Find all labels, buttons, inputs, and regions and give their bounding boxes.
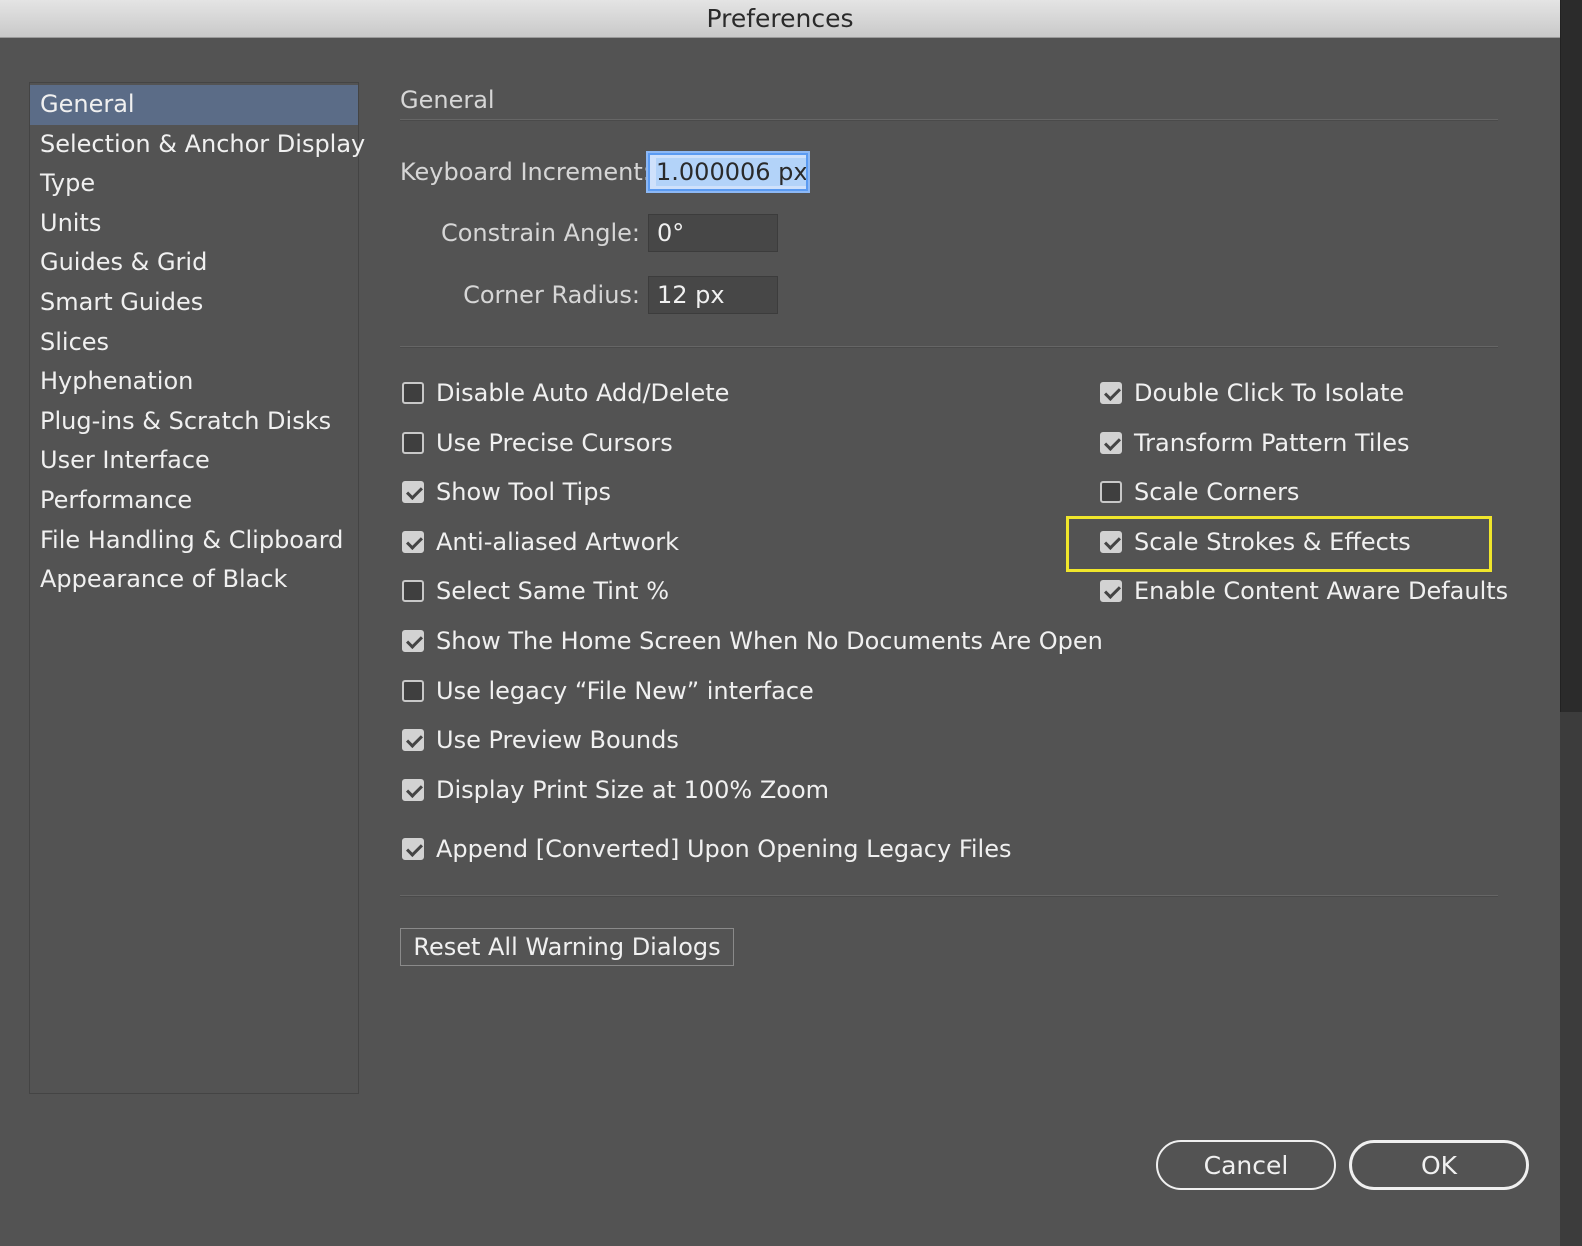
option-select-same-tint[interactable]: Select Same Tint % bbox=[402, 576, 669, 606]
option-label: Anti-aliased Artwork bbox=[436, 528, 680, 556]
constrain-angle-row: Constrain Angle: 0° bbox=[400, 214, 778, 252]
option-label: Display Print Size at 100% Zoom bbox=[436, 776, 829, 804]
option-anti-aliased-artwork[interactable]: Anti-aliased Artwork bbox=[402, 527, 679, 557]
option-append-converted[interactable]: Append [Converted] Upon Opening Legacy F… bbox=[402, 834, 1012, 864]
option-enable-content-aware-defaults[interactable]: Enable Content Aware Defaults bbox=[1100, 576, 1508, 606]
corner-radius-input[interactable]: 12 px bbox=[648, 276, 778, 314]
sidebar-item-file-handling-clipboard[interactable]: File Handling & Clipboard bbox=[30, 521, 358, 561]
background-panel-strip bbox=[1560, 0, 1582, 712]
corner-radius-label: Corner Radius: bbox=[463, 281, 640, 309]
option-label: Double Click To Isolate bbox=[1134, 379, 1405, 407]
sidebar-item-plugins-scratch-disks[interactable]: Plug-ins & Scratch Disks bbox=[30, 402, 358, 442]
cancel-button[interactable]: Cancel bbox=[1156, 1140, 1336, 1190]
option-label: Select Same Tint % bbox=[436, 577, 670, 605]
checkbox-checked[interactable] bbox=[402, 481, 424, 503]
checkbox[interactable] bbox=[1100, 481, 1122, 503]
sidebar-item-guides-grid[interactable]: Guides & Grid bbox=[30, 243, 358, 283]
option-label: Append [Converted] Upon Opening Legacy F… bbox=[436, 835, 1012, 863]
checkbox[interactable] bbox=[402, 432, 424, 454]
keyboard-increment-label: Keyboard Increment: bbox=[400, 158, 651, 186]
highlight-annotation-box bbox=[1066, 516, 1492, 572]
section-divider bbox=[400, 119, 1498, 121]
sidebar-item-smart-guides[interactable]: Smart Guides bbox=[30, 283, 358, 323]
keyboard-increment-row: Keyboard Increment: 1.000006 px bbox=[400, 153, 808, 191]
sidebar-item-general[interactable]: General bbox=[30, 85, 358, 125]
option-scale-corners[interactable]: Scale Corners bbox=[1100, 477, 1299, 507]
section-title: General bbox=[400, 86, 495, 114]
checkbox[interactable] bbox=[402, 580, 424, 602]
keyboard-increment-value: 1.000006 px bbox=[656, 158, 808, 186]
sidebar-item-units[interactable]: Units bbox=[30, 204, 358, 244]
checkbox[interactable] bbox=[402, 382, 424, 404]
option-show-home-screen[interactable]: Show The Home Screen When No Documents A… bbox=[402, 626, 1103, 656]
option-show-tool-tips[interactable]: Show Tool Tips bbox=[402, 477, 611, 507]
option-use-precise-cursors[interactable]: Use Precise Cursors bbox=[402, 428, 673, 458]
constrain-angle-input[interactable]: 0° bbox=[648, 214, 778, 252]
checkbox-checked[interactable] bbox=[402, 630, 424, 652]
option-label: Use Preview Bounds bbox=[436, 726, 679, 754]
option-label: Enable Content Aware Defaults bbox=[1134, 577, 1509, 605]
checkbox[interactable] bbox=[402, 680, 424, 702]
sidebar-item-hyphenation[interactable]: Hyphenation bbox=[30, 362, 358, 402]
checkbox-checked[interactable] bbox=[402, 838, 424, 860]
keyboard-increment-input[interactable]: 1.000006 px bbox=[648, 153, 808, 191]
option-label: Show Tool Tips bbox=[436, 478, 611, 506]
sidebar-item-user-interface[interactable]: User Interface bbox=[30, 441, 358, 481]
option-label: Show The Home Screen When No Documents A… bbox=[436, 627, 1103, 655]
title-bar: Preferences bbox=[0, 0, 1560, 38]
checkbox-checked[interactable] bbox=[402, 729, 424, 751]
general-panel: General bbox=[400, 82, 1498, 121]
reset-warning-dialogs-button[interactable]: Reset All Warning Dialogs bbox=[400, 928, 734, 966]
window-title: Preferences bbox=[706, 4, 854, 33]
checkbox-checked[interactable] bbox=[402, 779, 424, 801]
options-divider bbox=[400, 895, 1498, 897]
option-transform-pattern-tiles[interactable]: Transform Pattern Tiles bbox=[1100, 428, 1410, 458]
checkbox-checked[interactable] bbox=[1100, 580, 1122, 602]
option-use-legacy-file-new[interactable]: Use legacy “File New” interface bbox=[402, 676, 814, 706]
option-disable-auto-add-delete[interactable]: Disable Auto Add/Delete bbox=[402, 378, 729, 408]
corner-radius-row: Corner Radius: 12 px bbox=[400, 276, 778, 314]
fields-divider bbox=[400, 346, 1498, 348]
sidebar-item-performance[interactable]: Performance bbox=[30, 481, 358, 521]
option-display-print-size[interactable]: Display Print Size at 100% Zoom bbox=[402, 775, 829, 805]
checkbox-checked[interactable] bbox=[1100, 432, 1122, 454]
option-label: Use legacy “File New” interface bbox=[436, 677, 814, 705]
checkbox-checked[interactable] bbox=[402, 531, 424, 553]
option-use-preview-bounds[interactable]: Use Preview Bounds bbox=[402, 725, 679, 755]
option-double-click-to-isolate[interactable]: Double Click To Isolate bbox=[1100, 378, 1404, 408]
option-label: Disable Auto Add/Delete bbox=[436, 379, 730, 407]
sidebar-item-type[interactable]: Type bbox=[30, 164, 358, 204]
sidebar-item-selection-anchor-display[interactable]: Selection & Anchor Display bbox=[30, 125, 365, 165]
option-label: Transform Pattern Tiles bbox=[1134, 429, 1410, 457]
option-label: Use Precise Cursors bbox=[436, 429, 673, 457]
option-label: Scale Corners bbox=[1134, 478, 1300, 506]
checkbox-checked[interactable] bbox=[1100, 382, 1122, 404]
preferences-sidebar: General Selection & Anchor Display Type … bbox=[29, 82, 365, 1094]
sidebar-item-appearance-of-black[interactable]: Appearance of Black bbox=[30, 560, 358, 600]
sidebar-item-slices[interactable]: Slices bbox=[30, 323, 358, 363]
ok-button[interactable]: OK bbox=[1349, 1140, 1529, 1190]
constrain-angle-label: Constrain Angle: bbox=[440, 219, 640, 247]
background-window-edge bbox=[1560, 0, 1582, 1246]
